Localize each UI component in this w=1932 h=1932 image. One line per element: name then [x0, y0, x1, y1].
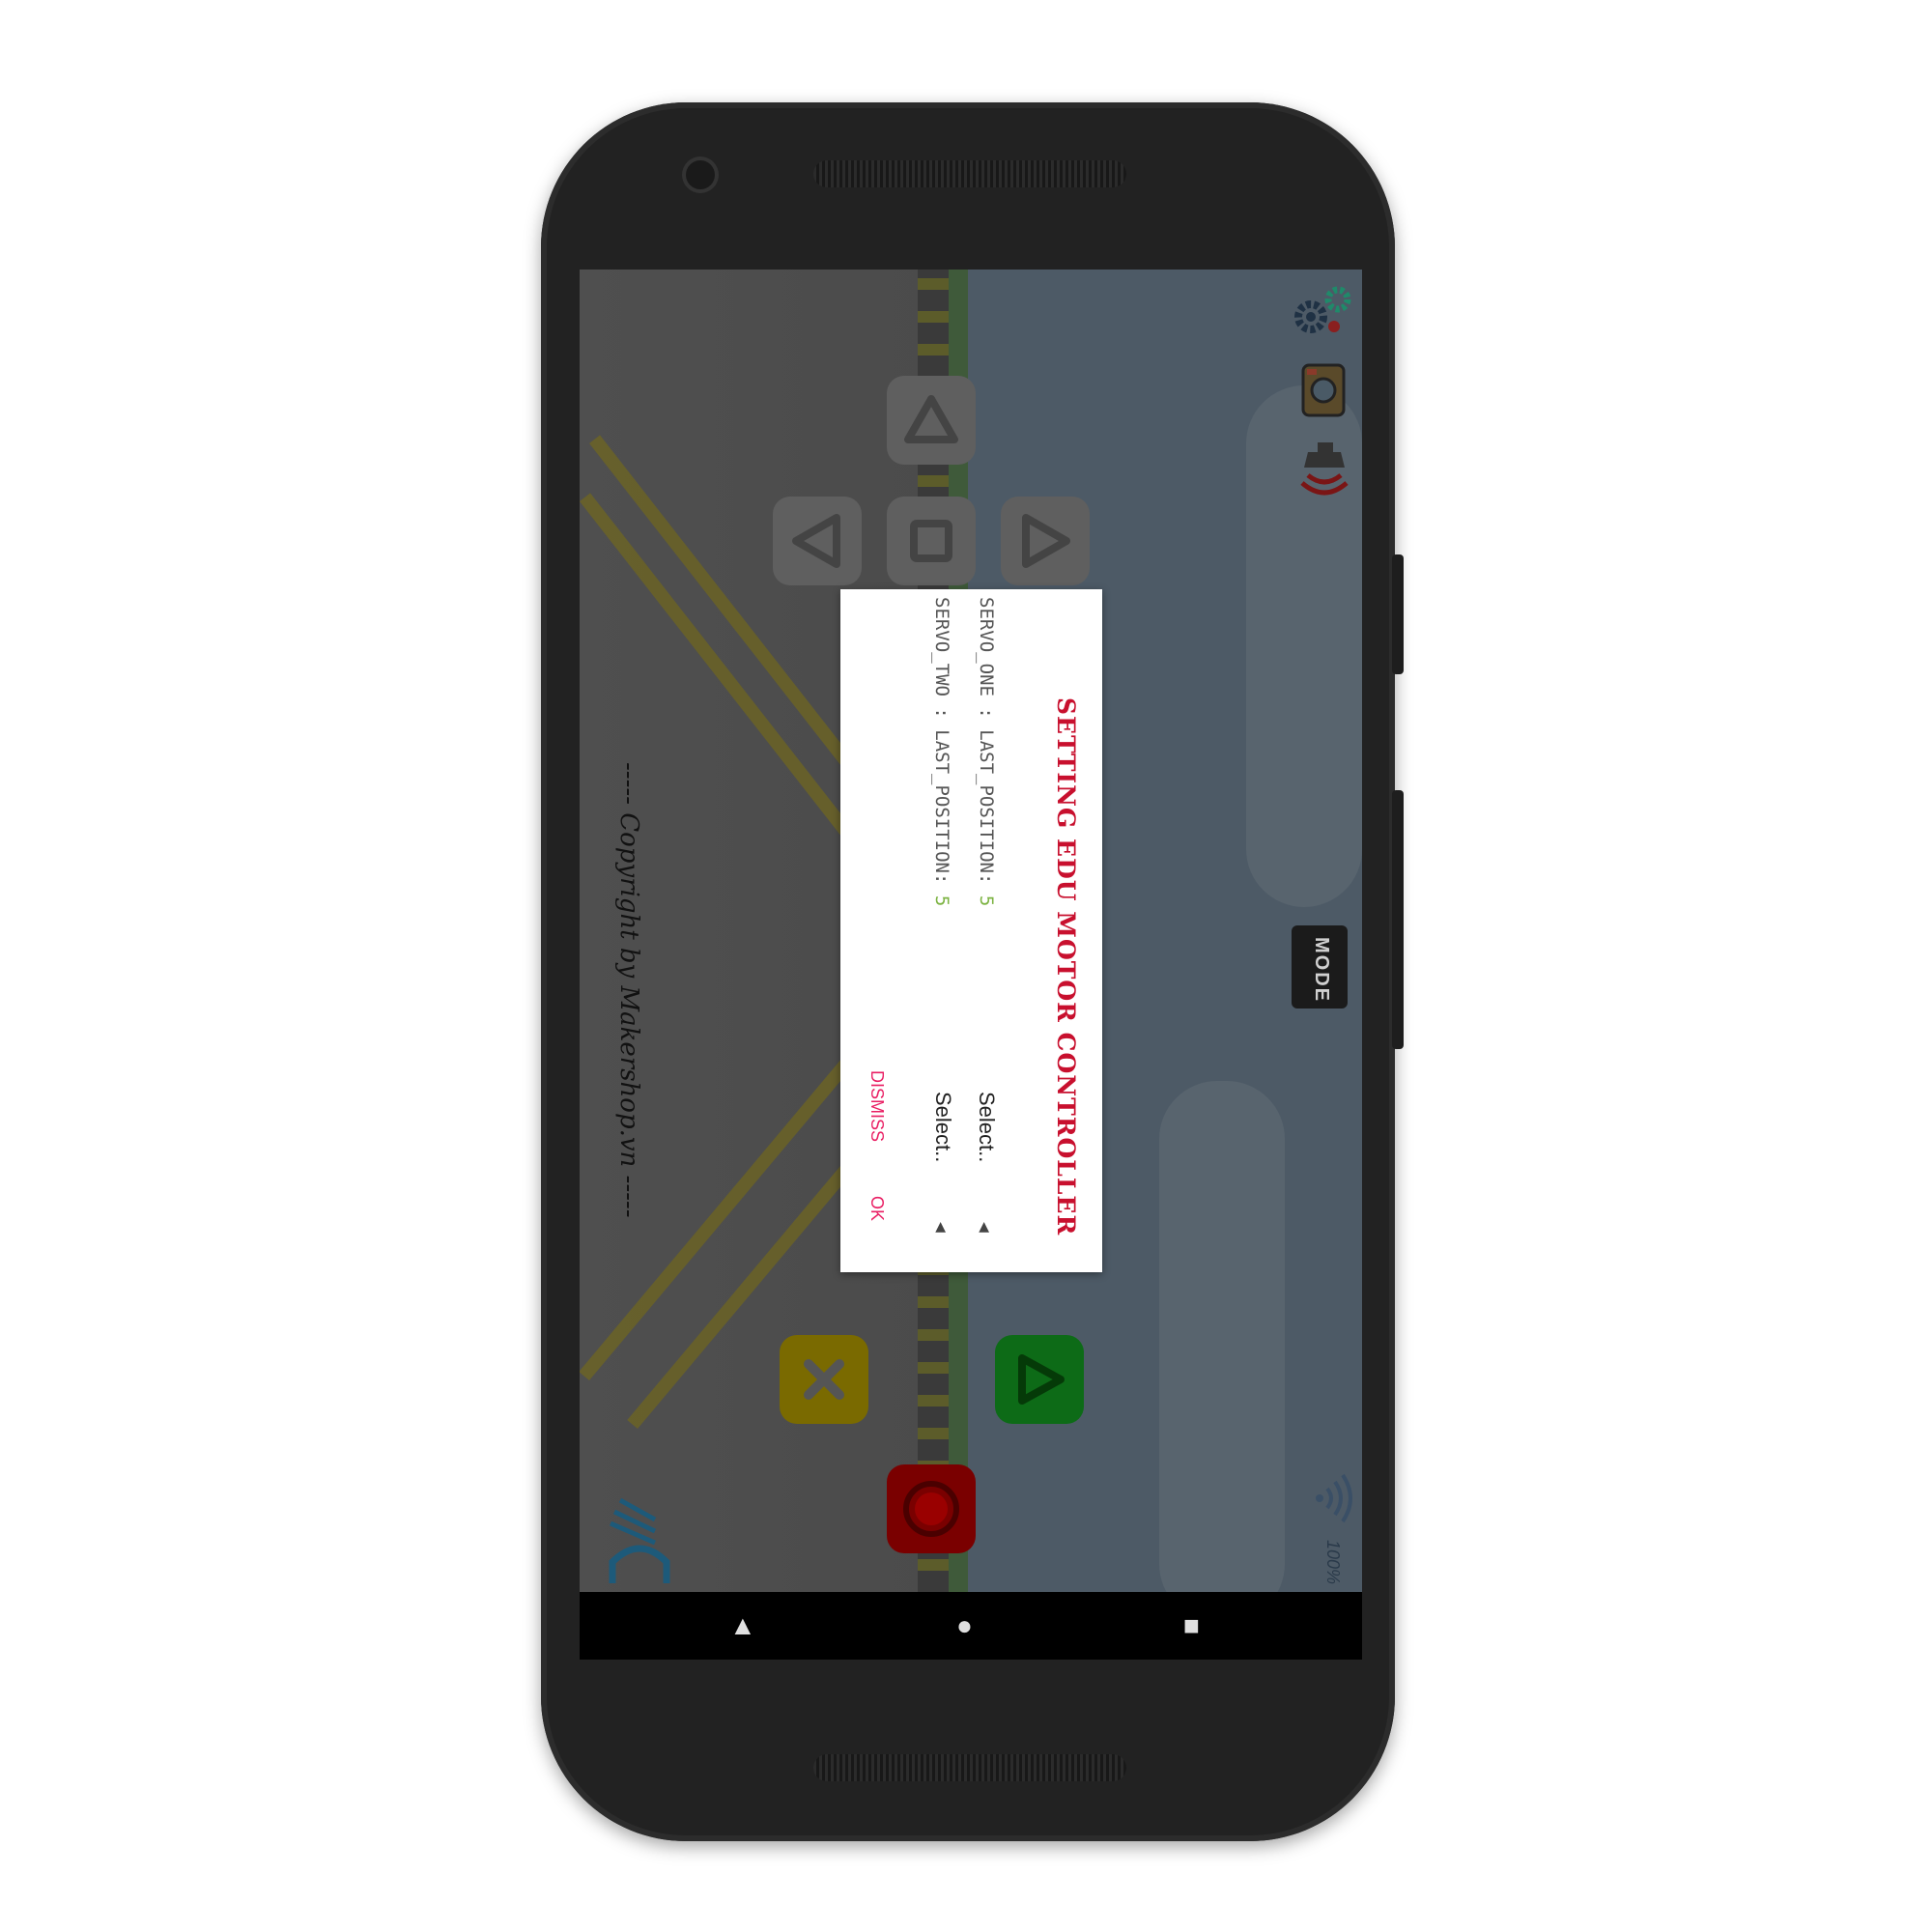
dismiss-button[interactable]: DISMISS — [858, 1063, 893, 1159]
cancel-x-button[interactable] — [780, 1335, 868, 1424]
dialog-title: SETTING EDU MOTOR CONTROLLER — [1052, 697, 1080, 1236]
servo-one-value: 5 — [976, 895, 997, 907]
camera-icon — [1301, 363, 1346, 417]
play-button[interactable] — [995, 1335, 1084, 1424]
signal-indicator — [1312, 1472, 1356, 1524]
dropdown-arrow-icon: ◀ — [978, 1222, 993, 1233]
top-speaker — [813, 160, 1126, 187]
horn-button[interactable] — [1294, 439, 1354, 506]
gears-icon — [1294, 286, 1351, 333]
nav-recents-icon[interactable]: ■ — [1183, 1611, 1200, 1640]
headlight-button[interactable] — [601, 1496, 678, 1585]
bottom-speaker — [813, 1754, 1126, 1781]
settings-dialog: SETTING EDU MOTOR CONTROLLER SERVO_ONE :… — [840, 589, 1102, 1272]
dpad-stop-button[interactable] — [887, 497, 976, 585]
horn-icon — [1300, 442, 1349, 496]
servo-one-row: SERVO_ONE : LAST_POSITION: 5 — [976, 597, 997, 906]
nav-home-icon[interactable]: ● — [956, 1611, 973, 1640]
headlight-icon — [609, 1497, 670, 1585]
close-icon — [804, 1359, 844, 1400]
mode-button[interactable]: MODE — [1292, 925, 1348, 1009]
android-nav-bar: ▲ ● ■ — [580, 1592, 1362, 1660]
servo-two-select[interactable]: Select.. ◀ — [923, 1092, 961, 1261]
volume-button — [1392, 790, 1404, 1049]
mode-label: MODE — [1311, 937, 1332, 1003]
front-camera — [686, 160, 715, 189]
ok-button[interactable]: OK — [858, 1188, 893, 1236]
play-icon — [1018, 1354, 1065, 1405]
dismiss-label: DISMISS — [867, 1070, 887, 1143]
cloud — [1159, 1081, 1285, 1592]
power-button — [1392, 554, 1404, 674]
dpad-left-button[interactable] — [773, 497, 862, 585]
record-icon — [903, 1481, 959, 1537]
record-button[interactable] — [887, 1464, 976, 1553]
copyright-text: ----- Copyright by Makershop.vn ----- — [614, 762, 643, 1218]
servo-two-value: 5 — [931, 895, 952, 907]
servo-one-select-text: Select.. — [975, 1092, 999, 1163]
wifi-signal-icon — [1316, 1473, 1352, 1523]
ok-label: OK — [867, 1196, 887, 1222]
settings-button[interactable] — [1290, 284, 1357, 342]
signal-percent: 100% — [1323, 1540, 1343, 1585]
camera-button[interactable] — [1299, 361, 1348, 419]
dpad-up-button[interactable] — [887, 376, 976, 465]
servo-one-label: SERVO_ONE : LAST_POSITION: — [976, 597, 997, 885]
servo-two-label: SERVO_TWO : LAST_POSITION: — [931, 597, 952, 885]
nav-back-icon[interactable]: ▲ — [729, 1611, 756, 1640]
servo-two-select-text: Select.. — [931, 1092, 955, 1163]
servo-two-row: SERVO_TWO : LAST_POSITION: 5 — [931, 597, 952, 906]
dropdown-arrow-icon: ◀ — [934, 1222, 950, 1233]
servo-one-select[interactable]: Select.. ◀ — [966, 1092, 1005, 1261]
dpad-right-button[interactable] — [1001, 497, 1090, 585]
